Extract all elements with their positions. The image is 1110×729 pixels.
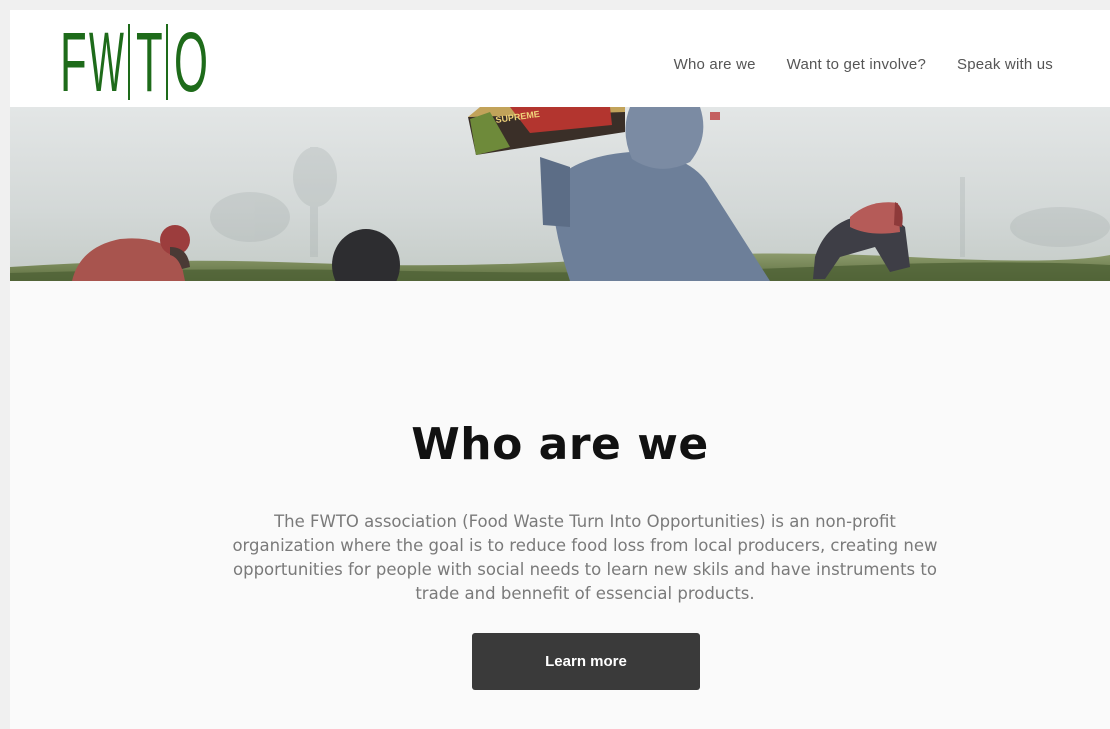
logo-letter-w: W [89,15,124,109]
page: F W T O Who are we Want to get involve? … [10,10,1110,729]
nav-link-get-involved[interactable]: Want to get involve? [787,56,926,73]
hero-photo-field-workers: SUPREME [10,107,1110,281]
logo-letter-t: T [136,15,163,109]
hero-image: SUPREME [10,107,1110,281]
section-description: The FWTO association (Food Waste Turn In… [232,512,938,603]
nav-link-who-are-we[interactable]: Who are we [674,56,756,73]
logo-divider [128,24,130,100]
learn-more-button[interactable]: Learn more [472,633,700,690]
logo-letter-o: O [174,15,208,109]
site-header: F W T O Who are we Want to get involve? … [10,10,1110,107]
fwto-logo[interactable]: F W T O [60,15,208,109]
main-nav: Who are we Want to get involve? Speak wi… [674,56,1053,73]
logo-letter-f: F [60,15,87,109]
nav-link-speak-with-us[interactable]: Speak with us [957,56,1053,73]
logo-divider [166,24,168,100]
section-title: Who are we [411,419,709,470]
